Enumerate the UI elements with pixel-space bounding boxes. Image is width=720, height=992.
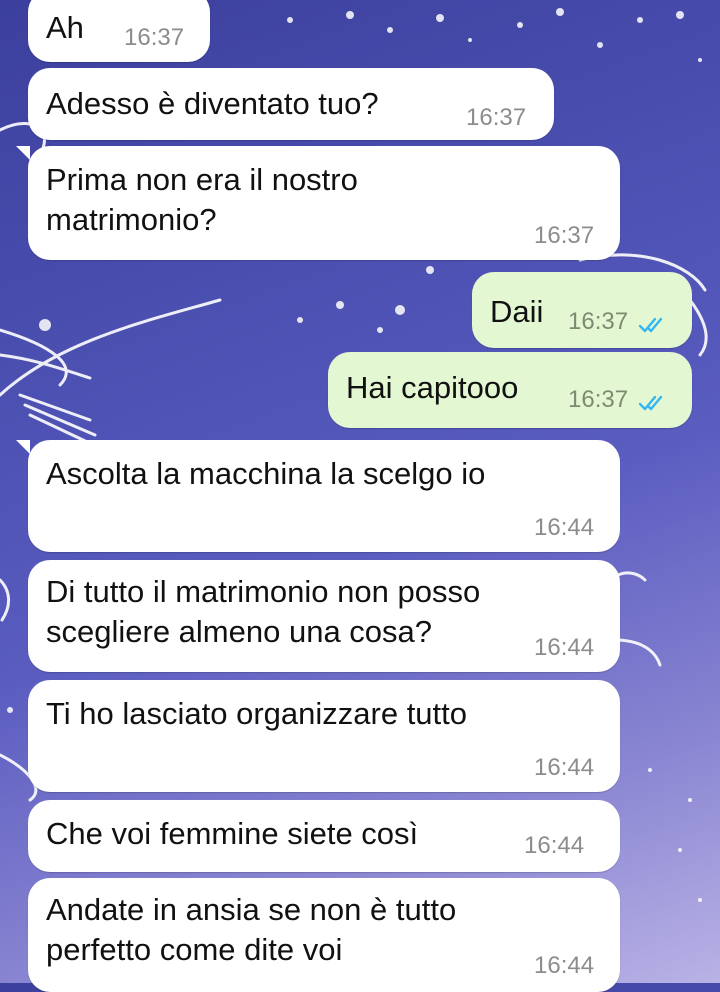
message-text: Prima non era il nostro matrimonio? (46, 160, 358, 240)
outgoing-message-bubble[interactable]: Hai capitooo 16:37 (328, 352, 692, 428)
incoming-message-bubble[interactable]: Andate in ansia se non è tutto perfetto c… (28, 878, 620, 992)
message-text: Che voi femmine siete così (46, 816, 419, 851)
incoming-message-bubble[interactable]: Di tutto il matrimonio non posso sceglier… (28, 560, 620, 672)
message-text: Di tutto il matrimonio non posso sceglier… (46, 572, 480, 652)
outgoing-message-bubble[interactable]: Daii 16:37 (472, 272, 692, 348)
message-timestamp: 16:44 (534, 952, 595, 979)
message-timestamp: 16:37 (124, 24, 185, 51)
incoming-message-bubble[interactable]: Che voi femmine siete così 16:44 (28, 800, 620, 872)
message-text: Andate in ansia se non è tutto perfetto c… (46, 890, 456, 970)
message-text-line: Di tutto il matrimonio non posso (46, 574, 481, 609)
message-text-line: Prima non era il nostro (46, 162, 358, 197)
message-text-line: perfetto come dite voi (46, 932, 343, 967)
message-timestamp: 16:44 (524, 832, 585, 859)
message-text: Ah (46, 10, 84, 45)
double-check-icon (638, 317, 663, 333)
double-check-icon (638, 395, 663, 411)
message-timestamp: 16:37 (568, 386, 629, 413)
message-text-line: Andate in ansia se non è tutto (46, 892, 457, 927)
message-text: Ti ho lasciato organizzare tutto (46, 696, 468, 731)
message-timestamp: 16:44 (534, 514, 595, 541)
incoming-message-bubble[interactable]: Ah 16:37 (28, 0, 210, 62)
incoming-message-bubble[interactable]: Ti ho lasciato organizzare tutto 16:44 (28, 680, 620, 792)
message-timestamp: 16:44 (534, 754, 595, 781)
message-timestamp: 16:37 (466, 104, 527, 131)
message-text: Hai capitooo (346, 370, 519, 405)
message-timestamp: 16:44 (534, 634, 595, 661)
message-text: Daii (490, 294, 544, 329)
incoming-message-bubble[interactable]: Adesso è diventato tuo? 16:37 (28, 68, 554, 140)
incoming-message-bubble[interactable]: Prima non era il nostro matrimonio? 16:37 (16, 146, 620, 260)
message-timestamp: 16:37 (534, 222, 595, 249)
message-text: Adesso è diventato tuo? (46, 86, 379, 121)
message-text: Ascolta la macchina la scelgo io (46, 456, 486, 491)
message-text-line: scegliere almeno una cosa? (46, 614, 433, 649)
incoming-message-bubble[interactable]: Ascolta la macchina la scelgo io 16:44 (16, 440, 620, 552)
message-timestamp: 16:37 (568, 308, 629, 335)
message-text-line: matrimonio? (46, 202, 217, 237)
